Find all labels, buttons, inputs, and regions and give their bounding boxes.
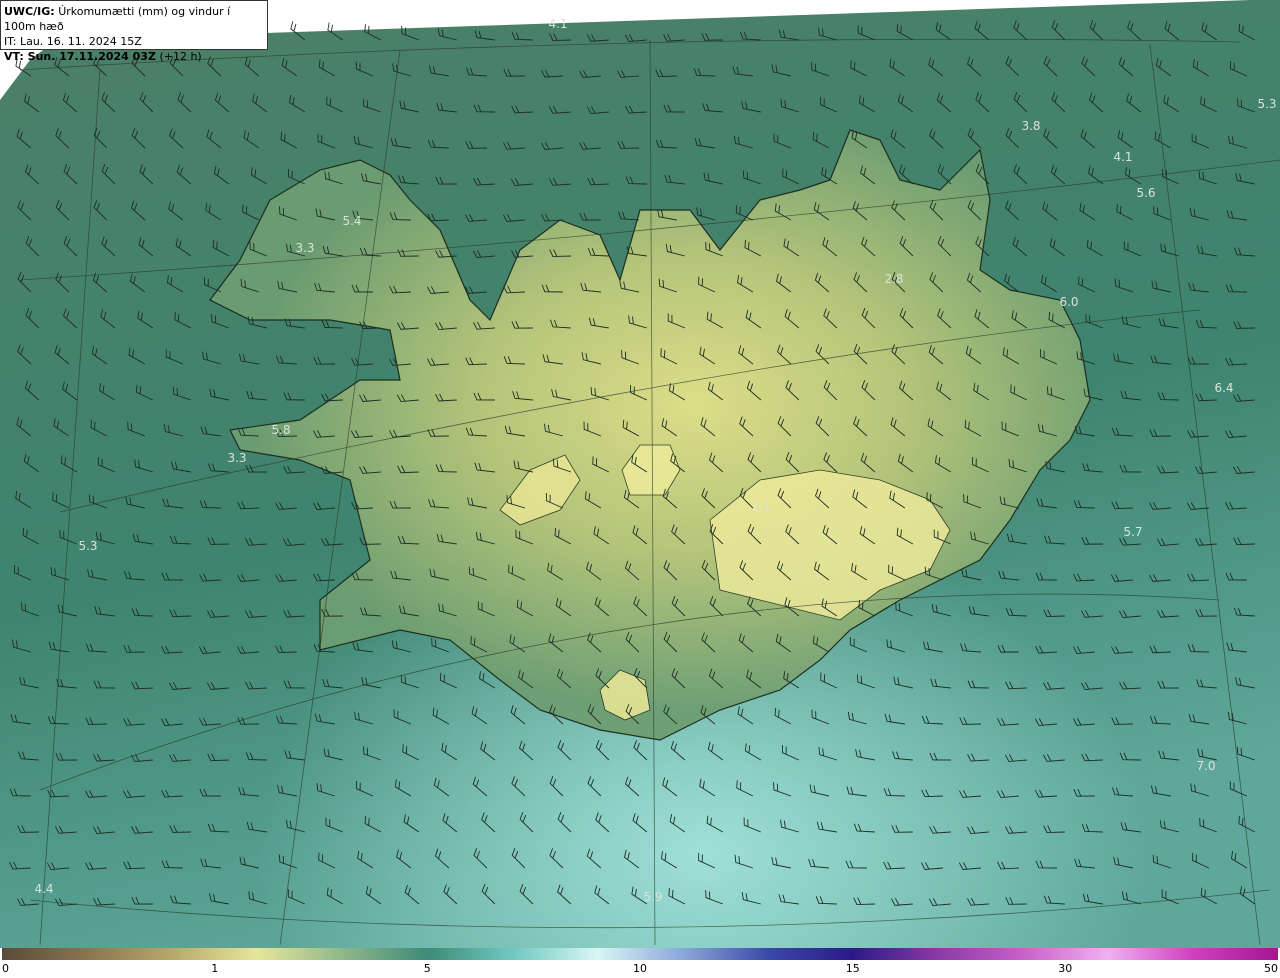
legend-tick-label: 30: [1058, 962, 1073, 975]
product-code: UWC/IG:: [4, 5, 55, 18]
map-value-label: 4.1: [1113, 150, 1133, 164]
map-value-label: 5.3: [1257, 97, 1277, 111]
valid-time: VT: Sun. 17.11.2024 03Z: [4, 50, 156, 63]
map-value-label: 5.3: [78, 539, 98, 553]
map-value-label: 3.3: [295, 241, 315, 255]
map-value-label: 5.9: [643, 890, 663, 904]
map-value-label: 5.8: [271, 423, 291, 437]
map-value-label: 3.8: [1021, 119, 1041, 133]
map-value-label: 3.3: [227, 451, 247, 465]
map-value-label: 4.4: [34, 882, 54, 896]
legend-tick-label: 10: [633, 962, 647, 975]
legend-tick-label: 50: [1264, 962, 1278, 975]
map-value-label: 5.4: [342, 214, 362, 228]
map-value-label: 4.1: [548, 17, 568, 31]
legend-tick-label: 1: [211, 962, 219, 975]
map-value-label: 1.1: [751, 500, 771, 514]
map-value-label: 6.4: [1214, 381, 1234, 395]
legend-color-bar: [2, 948, 1278, 960]
color-legend: 0 1 5 10 15 30 50: [0, 948, 1280, 978]
forecast-lead: (+12 h): [159, 50, 202, 63]
map-value-label: 7.0: [1196, 759, 1216, 773]
map-value-label: 6.0: [1059, 295, 1079, 309]
legend-tick-label: 15: [845, 962, 860, 975]
legend-tick-label: 5: [423, 962, 431, 975]
precipitation-wind-map: [0, 0, 1280, 948]
map-value-label: 5.6: [1136, 186, 1156, 200]
issue-time: IT: Lau. 16. 11. 2024 15Z: [4, 35, 142, 48]
map-value-label: 2.8: [884, 272, 904, 286]
legend-tick-label: 0: [2, 962, 9, 975]
map-value-label: 5.7: [1123, 525, 1143, 539]
map-header: UWC/IG: Úrkomumætti (mm) og vindur í 100…: [0, 0, 268, 63]
